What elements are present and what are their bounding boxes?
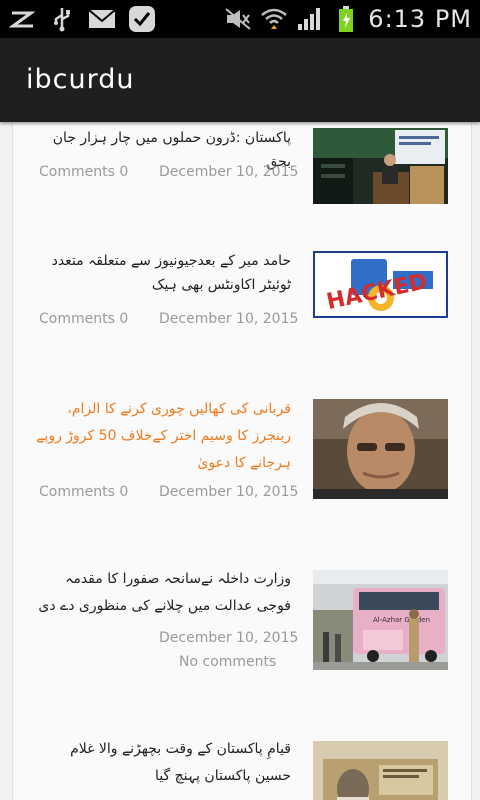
battery-charging-icon	[332, 6, 360, 32]
wifi-icon	[260, 6, 288, 32]
comments-count[interactable]: No comments	[179, 654, 276, 670]
comments-count[interactable]: Comments 0	[39, 484, 128, 500]
article-card[interactable]: Al-Azhar Garden وزارت داخلہ نےسانحہ صفور…	[13, 546, 471, 717]
mute-icon	[224, 6, 252, 32]
status-bar: 6:13 PM	[0, 0, 480, 38]
app-bar: ibcurdu	[0, 38, 480, 122]
article-title[interactable]: حامد میر کے بعدجیونیوز سے متعلقہ متعدد ٹ…	[33, 249, 291, 297]
task-check-icon	[128, 6, 156, 32]
usb-icon	[48, 6, 76, 32]
signal-icon	[296, 6, 324, 32]
app-title: ibcurdu	[26, 64, 135, 95]
bus-sign-text: Al-Azhar Garden	[373, 616, 430, 624]
pink-bus-photo[interactable]: Al-Azhar Garden	[313, 570, 448, 670]
comments-count[interactable]: Comments 0	[39, 164, 128, 180]
article-title[interactable]: قیامِ پاکستان کے وقت بچھڑنے والا غلام حس…	[33, 736, 291, 790]
article-title[interactable]: وزارت داخلہ نےسانحہ صفورا کا مقدمہ فوجی …	[33, 566, 291, 620]
article-date: December 10, 2015	[159, 311, 299, 327]
article-card[interactable]: قیامِ پاکستان کے وقت بچھڑنے والا غلام حس…	[13, 716, 471, 800]
article-card[interactable]: پاکستان :ڈرون حملوں میں چار ہزار جان بحق…	[13, 122, 471, 230]
article-card[interactable]: HACKED حامد میر کے بعدجیونیوز سے متعلقہ …	[13, 229, 471, 377]
status-time: 6:13 PM	[368, 5, 472, 33]
comments-count[interactable]: Comments 0	[39, 311, 128, 327]
man-portrait-photo[interactable]	[313, 399, 448, 499]
status-bar-left	[8, 4, 156, 34]
article-date: December 10, 2015	[159, 630, 299, 646]
mail-icon	[88, 6, 116, 32]
status-bar-right: 6:13 PM	[224, 4, 472, 34]
z-notification-icon	[8, 6, 36, 32]
article-date: December 10, 2015	[159, 164, 299, 180]
speaker-at-podium-photo[interactable]	[313, 128, 448, 204]
article-date: December 10, 2015	[159, 484, 299, 500]
hacked-logo-image[interactable]: HACKED	[313, 251, 448, 318]
article-title[interactable]: قربانی کی کھالیں چوری کرنے کا الزام، رین…	[33, 396, 291, 477]
article-card[interactable]: قربانی کی کھالیں چوری کرنے کا الزام، رین…	[13, 376, 471, 547]
article-feed[interactable]: پاکستان :ڈرون حملوں میں چار ہزار جان بحق…	[12, 122, 472, 800]
old-id-card-photo[interactable]	[313, 741, 448, 800]
